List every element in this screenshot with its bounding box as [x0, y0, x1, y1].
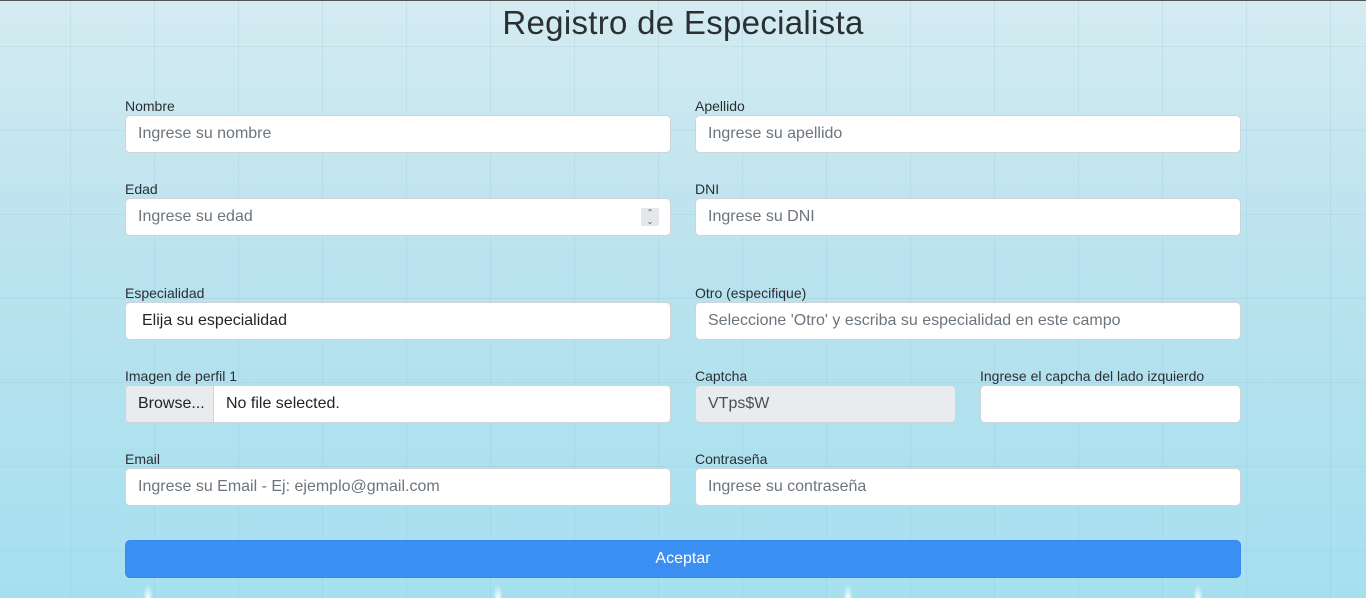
- dni-input[interactable]: Ingrese su DNI: [695, 198, 1241, 236]
- file-status: No file selected.: [226, 395, 340, 412]
- dni-field-group: DNI Ingrese su DNI: [695, 180, 1241, 246]
- captcha-display: VTps$W: [695, 385, 956, 423]
- nombre-label: Nombre: [125, 98, 175, 114]
- email-field-group: Email Ingrese su Email - Ej: ejemplo@gma…: [125, 450, 671, 516]
- background-sparkle: [143, 584, 153, 598]
- imagen-label: Imagen de perfil 1: [125, 368, 238, 384]
- captcha-input[interactable]: [980, 385, 1241, 423]
- background-sparkle: [493, 584, 503, 598]
- edad-placeholder: Ingrese su edad: [138, 208, 253, 225]
- otro-input[interactable]: Seleccione 'Otro' y escriba su especiali…: [695, 302, 1241, 340]
- otro-field-group: Otro (especifique) Seleccione 'Otro' y e…: [695, 284, 1241, 350]
- captcha-input-label: Ingrese el capcha del lado izquierdo: [980, 368, 1205, 384]
- edad-input[interactable]: Ingrese su edad ⌃ ⌄: [125, 198, 671, 236]
- password-field-group: Contraseña Ingrese su contraseña: [695, 450, 1241, 516]
- nombre-input[interactable]: Ingrese su nombre: [125, 115, 671, 153]
- imagen-field-group: Imagen de perfil 1 Browse... No file sel…: [125, 367, 671, 433]
- page-title: Registro de Especialista: [502, 4, 864, 41]
- background-sparkle: [1193, 584, 1203, 598]
- email-label: Email: [125, 451, 161, 467]
- nombre-field-group: Nombre Ingrese su nombre: [125, 97, 671, 163]
- especialidad-field-group: Especialidad Elija su especialidad: [125, 284, 671, 350]
- especialidad-label: Especialidad: [125, 285, 205, 301]
- captcha-field-group: Captcha VTps$W: [695, 367, 956, 433]
- edad-field-group: Edad Ingrese su edad ⌃ ⌄: [125, 180, 671, 246]
- otro-label: Otro (especifique): [695, 285, 807, 301]
- apellido-field-group: Apellido Ingrese su apellido: [695, 97, 1241, 163]
- spinner-arrows-icon[interactable]: ⌃ ⌄: [641, 208, 659, 226]
- captcha-input-field-group: Ingrese el capcha del lado izquierdo: [980, 367, 1241, 433]
- dni-label: DNI: [695, 181, 720, 197]
- password-label: Contraseña: [695, 451, 768, 467]
- password-input[interactable]: Ingrese su contraseña: [695, 468, 1241, 506]
- imagen-file-input[interactable]: Browse... No file selected.: [125, 385, 671, 423]
- browse-button[interactable]: Browse...: [126, 386, 214, 422]
- apellido-input[interactable]: Ingrese su apellido: [695, 115, 1241, 153]
- email-input[interactable]: Ingrese su Email - Ej: ejemplo@gmail.com: [125, 468, 671, 506]
- background-sparkle: [843, 584, 853, 598]
- captcha-label: Captcha: [695, 368, 748, 384]
- apellido-label: Apellido: [695, 98, 745, 114]
- aceptar-button[interactable]: Aceptar: [125, 540, 1241, 578]
- edad-label: Edad: [125, 181, 158, 197]
- especialidad-select[interactable]: Elija su especialidad: [125, 302, 671, 340]
